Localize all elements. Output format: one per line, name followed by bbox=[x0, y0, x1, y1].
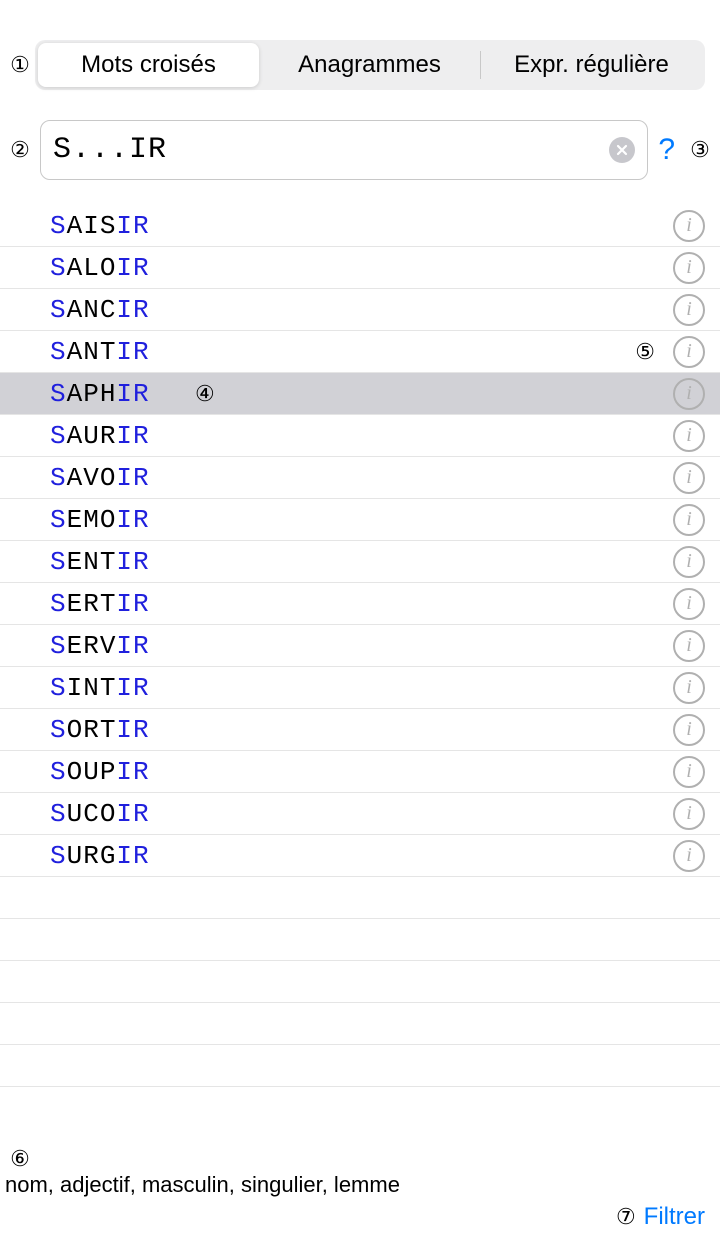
result-word: SAISIR bbox=[50, 211, 673, 241]
search-input[interactable] bbox=[53, 133, 609, 167]
result-word: SUCOIR bbox=[50, 799, 673, 829]
empty-row bbox=[0, 1045, 720, 1087]
annotation-6: ⑥ bbox=[5, 1146, 35, 1172]
bottom-bar: ⑥ nom, adjectif, masculin, singulier, le… bbox=[0, 1146, 720, 1231]
help-button[interactable]: ? bbox=[653, 133, 680, 167]
result-row[interactable]: SOUPIRi bbox=[0, 751, 720, 793]
empty-row bbox=[0, 877, 720, 919]
result-word: SERTIR bbox=[50, 589, 673, 619]
result-row[interactable]: SAISIRi bbox=[0, 205, 720, 247]
annotation-4: ④ bbox=[195, 381, 215, 407]
result-word: SINTIR bbox=[50, 673, 673, 703]
info-icon[interactable]: i bbox=[673, 378, 705, 410]
result-word: SALOIR bbox=[50, 253, 673, 283]
result-row[interactable]: SANTIR⑤i bbox=[0, 331, 720, 373]
result-row[interactable]: SORTIRi bbox=[0, 709, 720, 751]
result-row[interactable]: SALOIRi bbox=[0, 247, 720, 289]
info-icon[interactable]: i bbox=[673, 210, 705, 242]
results-list: SAISIRiSALOIRiSANCIRiSANTIR⑤iSAPHIR④iSAU… bbox=[0, 205, 720, 1087]
info-icon[interactable]: i bbox=[673, 420, 705, 452]
info-icon[interactable]: i bbox=[673, 546, 705, 578]
search-box bbox=[40, 120, 648, 180]
filter-description: nom, adjectif, masculin, singulier, lemm… bbox=[5, 1172, 705, 1198]
result-word: SAVOIR bbox=[50, 463, 673, 493]
info-icon[interactable]: i bbox=[673, 294, 705, 326]
annotation-1: ① bbox=[5, 52, 35, 78]
result-word: SAURIR bbox=[50, 421, 673, 451]
result-row[interactable]: SINTIRi bbox=[0, 667, 720, 709]
info-icon[interactable]: i bbox=[673, 462, 705, 494]
result-word: SANTIR bbox=[50, 337, 673, 367]
annotation-7: ⑦ bbox=[616, 1204, 636, 1230]
result-word: SERVIR bbox=[50, 631, 673, 661]
info-icon[interactable]: i bbox=[673, 714, 705, 746]
result-row[interactable]: SAURIRi bbox=[0, 415, 720, 457]
result-row[interactable]: SERTIRi bbox=[0, 583, 720, 625]
result-row[interactable]: SUCOIRi bbox=[0, 793, 720, 835]
annotation-3: ③ bbox=[685, 137, 715, 163]
annotation-2: ② bbox=[5, 137, 35, 163]
tab-crosswords[interactable]: Mots croisés bbox=[38, 43, 259, 87]
result-row[interactable]: SERVIRi bbox=[0, 625, 720, 667]
annotation-5: ⑤ bbox=[635, 339, 655, 365]
info-icon[interactable]: i bbox=[673, 672, 705, 704]
result-row[interactable]: SEMOIRi bbox=[0, 499, 720, 541]
info-icon[interactable]: i bbox=[673, 504, 705, 536]
result-word: SORTIR bbox=[50, 715, 673, 745]
empty-row bbox=[0, 961, 720, 1003]
result-word: SENTIR bbox=[50, 547, 673, 577]
result-word: SEMOIR bbox=[50, 505, 673, 535]
info-icon[interactable]: i bbox=[673, 840, 705, 872]
result-row[interactable]: SAPHIR④ i bbox=[0, 373, 720, 415]
result-row[interactable]: SANCIRi bbox=[0, 289, 720, 331]
info-icon[interactable]: i bbox=[673, 798, 705, 830]
empty-row bbox=[0, 1003, 720, 1045]
result-word: SOUPIR bbox=[50, 757, 673, 787]
result-word: SURGIR bbox=[50, 841, 673, 871]
filter-button[interactable]: Filtrer bbox=[644, 1203, 705, 1231]
info-icon[interactable]: i bbox=[673, 588, 705, 620]
result-row[interactable]: SAVOIRi bbox=[0, 457, 720, 499]
clear-icon[interactable] bbox=[609, 137, 635, 163]
result-row[interactable]: SENTIRi bbox=[0, 541, 720, 583]
info-icon[interactable]: i bbox=[673, 252, 705, 284]
info-icon[interactable]: i bbox=[673, 630, 705, 662]
tab-regex[interactable]: Expr. régulière bbox=[481, 43, 702, 87]
info-icon[interactable]: i bbox=[673, 336, 705, 368]
empty-row bbox=[0, 919, 720, 961]
result-row[interactable]: SURGIRi bbox=[0, 835, 720, 877]
result-word: SANCIR bbox=[50, 295, 673, 325]
result-word: SAPHIR bbox=[50, 379, 673, 409]
info-icon[interactable]: i bbox=[673, 756, 705, 788]
mode-segmented-control: Mots croisés Anagrammes Expr. régulière bbox=[35, 40, 705, 90]
tab-anagrams[interactable]: Anagrammes bbox=[259, 43, 480, 87]
